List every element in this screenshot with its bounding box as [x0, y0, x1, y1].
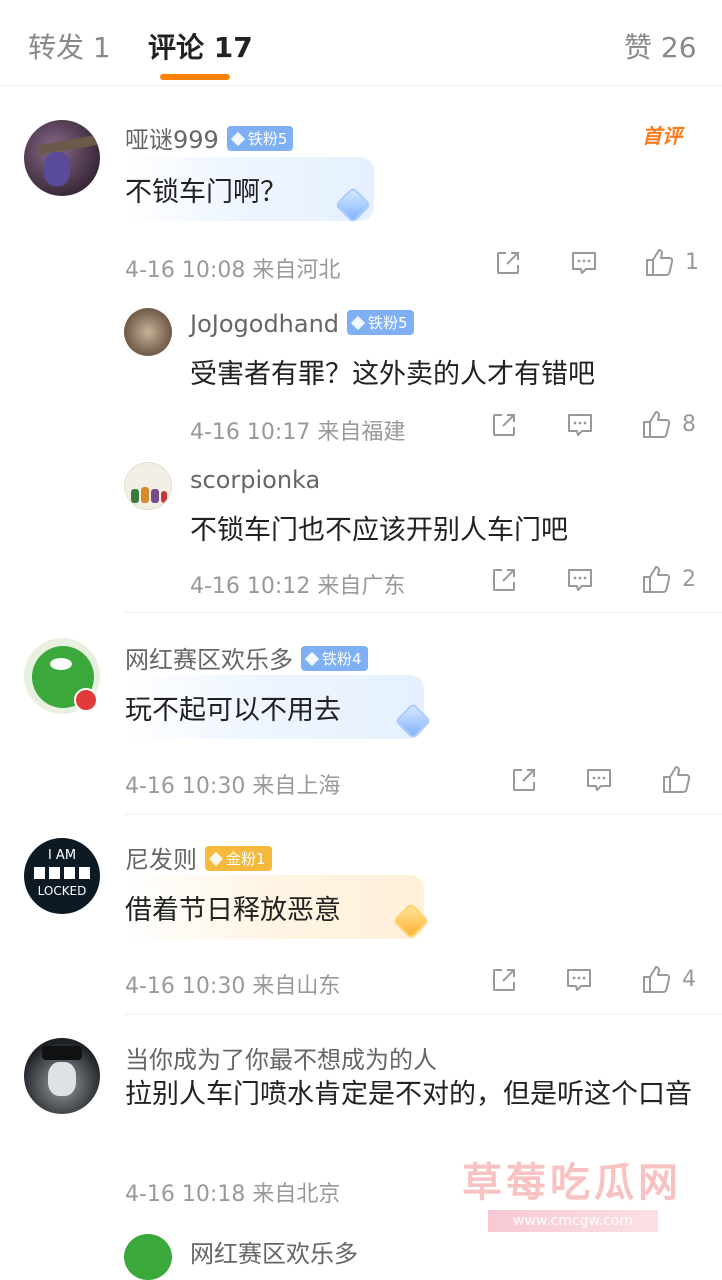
like-icon	[640, 963, 672, 995]
tab-likes[interactable]: 赞 26	[624, 26, 697, 66]
comment-text: 玩不起可以不用去	[125, 695, 341, 726]
like-button[interactable]: 8	[640, 408, 696, 440]
like-button[interactable]: 2	[640, 563, 696, 595]
divider	[124, 814, 722, 815]
comment-text: 借着节日释放恶意	[125, 895, 341, 926]
verified-badge-icon	[74, 688, 98, 712]
watermark: 草莓吃瓜网	[462, 1160, 682, 1206]
share-icon	[490, 411, 518, 439]
username[interactable]: 当你成为了你最不想成为的人	[125, 1040, 437, 1075]
comment-meta: 4-16 10:30 来自上海	[125, 774, 341, 799]
comment-meta: 4-16 10:17 来自福建	[190, 420, 406, 445]
comment-icon	[585, 766, 613, 794]
comment-tabs: 转发 1 评论 17 赞 26	[0, 0, 722, 86]
reply-button[interactable]	[585, 766, 613, 794]
share-icon	[490, 566, 518, 594]
watermark-url: www.cmcgw.com	[488, 1210, 658, 1232]
avatar[interactable]	[24, 120, 100, 196]
active-tab-indicator	[160, 74, 230, 80]
comment-text: 受害者有罪？这外卖的人才有错吧	[190, 359, 595, 390]
username[interactable]: scorpionka	[190, 466, 320, 494]
like-icon	[640, 408, 672, 440]
avatar[interactable]	[124, 462, 172, 510]
share-button[interactable]	[490, 411, 518, 439]
fan-badge: 铁粉5	[347, 309, 414, 335]
like-icon	[640, 563, 672, 595]
avatar[interactable]	[124, 308, 172, 356]
reply-button[interactable]	[565, 966, 593, 994]
share-button[interactable]	[494, 249, 522, 277]
diamond-icon	[230, 131, 245, 146]
diamond-icon	[304, 651, 320, 666]
avatar[interactable]	[124, 1234, 172, 1280]
share-button[interactable]	[490, 566, 518, 594]
first-comment-tag: 首评	[642, 124, 682, 148]
tab-repost[interactable]: 转发 1	[28, 26, 111, 66]
divider	[124, 1014, 722, 1015]
comment-text: 拉别人车门喷水肯定是不对的，但是听这个口音	[125, 1079, 692, 1110]
avatar[interactable]	[24, 1038, 100, 1114]
username[interactable]: 尼发则 金粉1	[125, 840, 272, 875]
avatar[interactable]: I AM LOCKED	[24, 838, 100, 914]
tab-comments[interactable]: 评论 17	[148, 26, 253, 66]
reply-button[interactable]	[570, 249, 598, 277]
comment-meta: 4-16 10:08 来自河北	[125, 258, 341, 283]
comment-text: 不锁车门啊？	[125, 177, 287, 208]
username[interactable]: 网红赛区欢乐多 铁粉4	[125, 640, 368, 675]
comment-icon	[570, 249, 598, 277]
diamond-icon	[208, 851, 224, 866]
comment-meta: 4-16 10:30 来自山东	[125, 974, 341, 999]
reply-button[interactable]	[566, 566, 594, 594]
like-count: 2	[682, 566, 696, 592]
share-icon	[490, 966, 518, 994]
comment-icon	[565, 966, 593, 994]
share-icon	[494, 249, 522, 277]
like-button[interactable]	[660, 763, 692, 795]
like-count: 1	[685, 249, 699, 275]
comment-text: 不锁车门也不应该开别人车门吧	[190, 515, 568, 546]
username[interactable]: 哑谜999 铁粉5	[125, 120, 294, 155]
fan-badge: 铁粉4	[301, 645, 368, 671]
diamond-icon	[350, 315, 366, 330]
username[interactable]: JoJogodhand 铁粉5	[190, 309, 414, 338]
like-button[interactable]: 4	[640, 963, 696, 995]
like-count: 4	[682, 966, 696, 992]
divider	[124, 612, 722, 613]
like-icon	[660, 763, 692, 795]
comment-icon	[566, 566, 594, 594]
fan-badge: 铁粉5	[226, 125, 294, 151]
username[interactable]: 网红赛区欢乐多	[190, 1234, 358, 1269]
fan-badge: 金粉1	[205, 845, 272, 871]
comment-meta: 4-16 10:12 来自广东	[190, 574, 406, 599]
comment-icon	[566, 411, 594, 439]
share-button[interactable]	[490, 966, 518, 994]
share-button[interactable]	[510, 766, 538, 794]
comment-meta: 4-16 10:18 来自北京	[125, 1182, 341, 1207]
share-icon	[510, 766, 538, 794]
like-count: 8	[682, 411, 696, 437]
like-button[interactable]: 1	[643, 246, 699, 278]
like-icon	[643, 246, 675, 278]
reply-button[interactable]	[566, 411, 594, 439]
